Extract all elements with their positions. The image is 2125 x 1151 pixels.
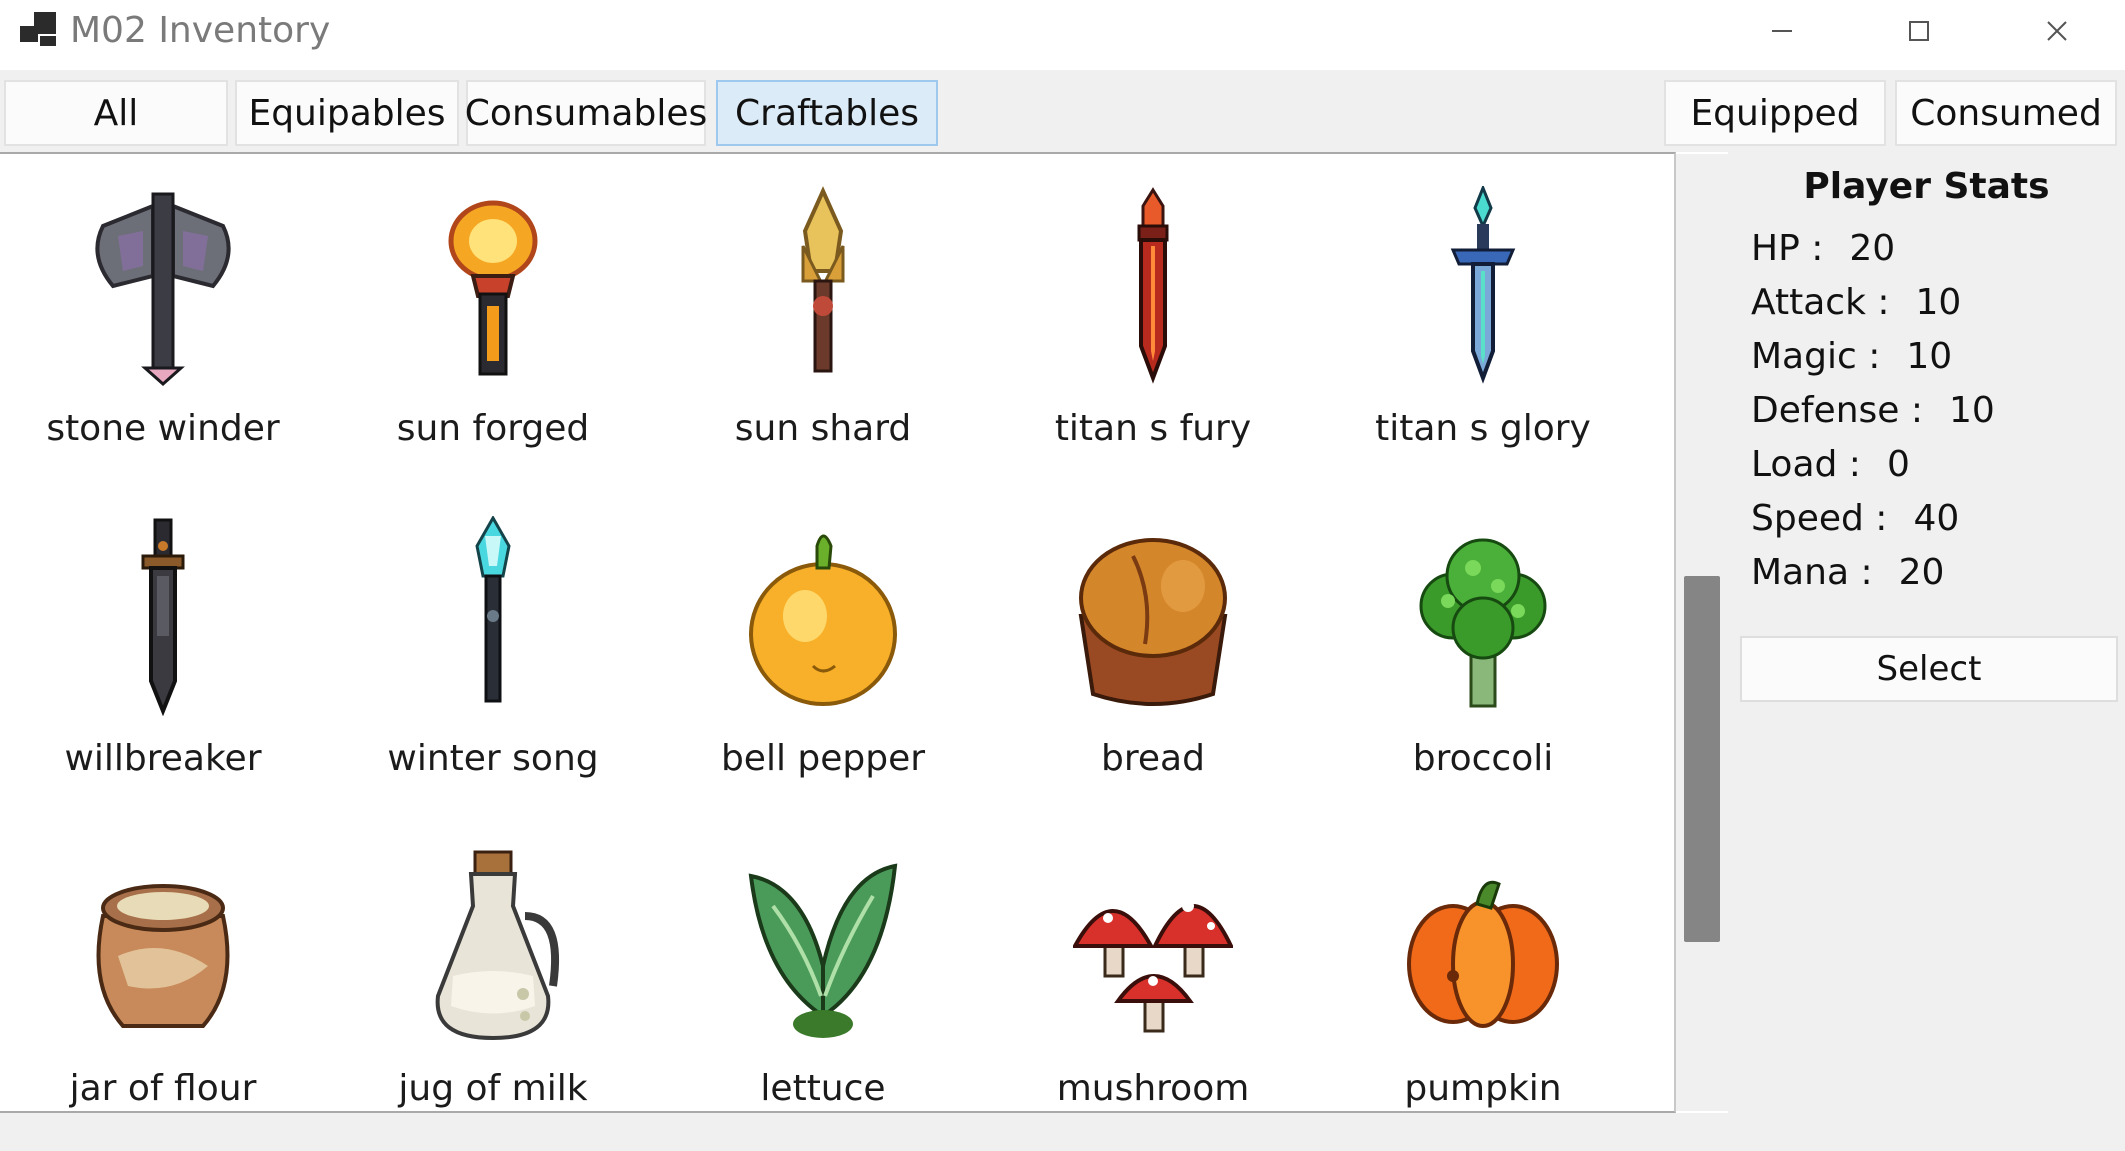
item-name: titan s fury — [1054, 408, 1252, 449]
stat-label: HP : — [1751, 228, 1824, 269]
item-name: willbreaker — [64, 738, 262, 779]
milk-jug-icon — [435, 850, 560, 1041]
inventory-item[interactable]: bread — [1008, 516, 1298, 816]
mushroom-icon — [1073, 900, 1233, 1033]
item-name: pumpkin — [1404, 1068, 1562, 1109]
tab-craftables[interactable]: Craftables — [716, 80, 938, 146]
inventory-item[interactable]: lettuce — [678, 846, 968, 1111]
item-name: jar of flour — [69, 1068, 257, 1109]
flour-jar-icon — [96, 884, 230, 1028]
tab-equipped[interactable]: Equipped — [1664, 80, 1886, 146]
stat-speed: Speed : 40 — [1751, 498, 1959, 539]
fire-torch-icon — [448, 200, 538, 376]
red-sword-icon — [1137, 187, 1169, 384]
stat-value: 40 — [1913, 498, 1960, 539]
ice-staff-icon — [475, 516, 511, 703]
inventory-item[interactable]: bell pepper — [678, 516, 968, 816]
blue-sword-icon — [1450, 186, 1516, 384]
inventory-grid: stone winder sun forged sun shard titan … — [0, 152, 1676, 1113]
stat-label: Load : — [1751, 444, 1861, 485]
bread-icon — [1078, 538, 1228, 706]
item-name: jug of milk — [398, 1068, 588, 1109]
dark-sword-icon — [141, 518, 185, 716]
scrollbar-thumb[interactable] — [1684, 576, 1720, 942]
inventory-item[interactable]: winter song — [348, 516, 638, 816]
battle-axe-icon — [95, 192, 231, 386]
inventory-item[interactable]: jug of milk — [348, 846, 638, 1111]
item-name: mushroom — [1056, 1068, 1250, 1109]
inventory-item[interactable]: sun shard — [678, 186, 968, 486]
inventory-item[interactable]: jar of flour — [18, 846, 308, 1111]
stat-defense: Defense : 10 — [1751, 390, 1995, 431]
stat-label: Defense : — [1751, 390, 1923, 431]
stat-label: Attack : — [1751, 282, 1890, 323]
inventory-item[interactable]: broccoli — [1338, 516, 1628, 816]
item-name: bread — [1101, 738, 1205, 779]
bell-pepper-icon — [749, 534, 897, 706]
stat-value: 10 — [1906, 336, 1953, 377]
item-name: stone winder — [46, 408, 280, 449]
item-name: titan s glory — [1375, 408, 1591, 449]
crystal-torch-icon — [801, 186, 845, 373]
item-name: bell pepper — [720, 738, 926, 779]
app-icon — [20, 12, 60, 48]
select-button[interactable]: Select — [1740, 636, 2118, 702]
stat-magic: Magic : 10 — [1751, 336, 1952, 377]
item-name: lettuce — [760, 1068, 886, 1109]
stat-attack: Attack : 10 — [1751, 282, 1961, 323]
stat-value: 10 — [1915, 282, 1962, 323]
minimize-icon — [1771, 30, 1792, 32]
stat-label: Mana : — [1751, 552, 1873, 593]
item-name: sun forged — [396, 408, 590, 449]
pumpkin-icon — [1407, 880, 1559, 1028]
window-title: M02 Inventory — [70, 10, 331, 51]
inventory-item[interactable]: willbreaker — [18, 516, 308, 816]
close-button[interactable] — [1988, 0, 2125, 62]
tab-equipables[interactable]: Equipables — [235, 80, 459, 146]
stat-label: Magic : — [1751, 336, 1881, 377]
lettuce-icon — [748, 863, 898, 1038]
player-stats-title: Player Stats — [1803, 166, 2050, 207]
inventory-item[interactable]: mushroom — [1008, 846, 1298, 1111]
item-name: winter song — [387, 738, 599, 779]
maximize-button[interactable] — [1850, 0, 1987, 62]
item-name: broccoli — [1412, 738, 1554, 779]
stat-value: 20 — [1898, 552, 1945, 593]
stat-label: Speed : — [1751, 498, 1888, 539]
inventory-item[interactable]: titan s fury — [1008, 186, 1298, 486]
item-name: sun shard — [734, 408, 912, 449]
tab-consumed[interactable]: Consumed — [1895, 80, 2117, 146]
stat-mana: Mana : 20 — [1751, 552, 1944, 593]
close-icon — [2046, 21, 2067, 41]
stat-value: 10 — [1948, 390, 1995, 431]
stat-hp: HP : 20 — [1751, 228, 1895, 269]
inventory-item[interactable]: titan s glory — [1338, 186, 1628, 486]
stat-value: 0 — [1886, 444, 1910, 485]
inventory-item[interactable]: stone winder — [18, 186, 308, 486]
inventory-item[interactable]: sun forged — [348, 186, 638, 486]
broccoli-icon — [1419, 538, 1547, 708]
stat-value: 20 — [1849, 228, 1896, 269]
tab-consumables[interactable]: Consumables — [465, 80, 707, 146]
tab-all[interactable]: All — [4, 80, 228, 146]
inventory-item[interactable]: pumpkin — [1338, 846, 1628, 1111]
minimize-button[interactable] — [1713, 0, 1850, 62]
maximize-icon — [1908, 21, 1929, 41]
status-bar — [0, 1113, 2125, 1151]
title-bar: M02 Inventory — [0, 0, 2125, 70]
stat-load: Load : 0 — [1751, 444, 1910, 485]
